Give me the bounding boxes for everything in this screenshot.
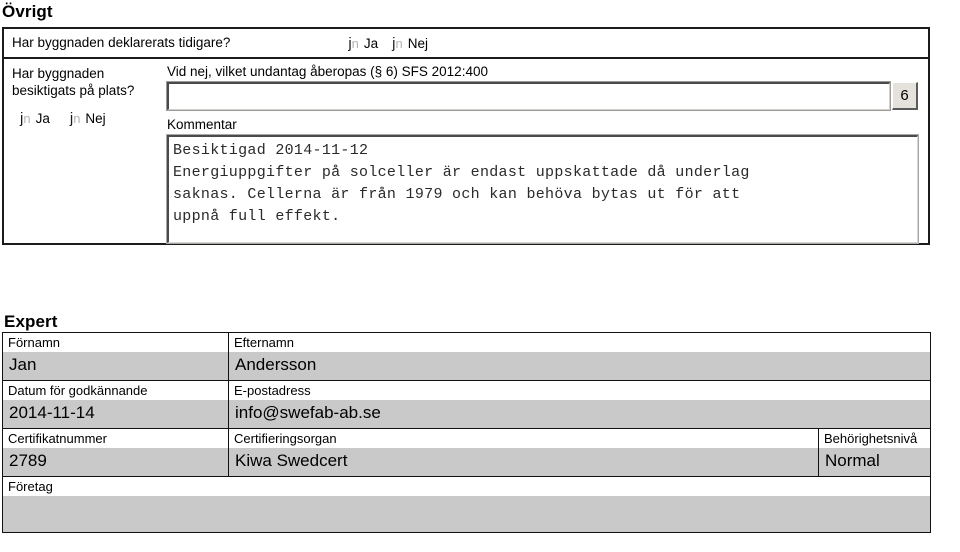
exception-and-comment-column: Vid nej, vilket undantag åberopas (§ 6) …: [165, 59, 928, 244]
ovrigt-form-box: Har byggnaden deklarerats tidigare? jn J…: [2, 27, 930, 245]
comment-textarea[interactable]: Besiktigad 2014-11-12 Energiuppgifter på…: [166, 134, 919, 244]
company-cell: Företag: [2, 476, 931, 533]
certificate-number-value[interactable]: 2789: [3, 448, 228, 476]
company-label: Företag: [3, 477, 930, 496]
inspection-radio-group: jn Ja jn Nej: [12, 111, 165, 126]
authorization-level-cell: Behörighetsnivå Normal: [818, 428, 931, 477]
radio-button-icon[interactable]: jn: [20, 111, 31, 126]
declared-radio-group: jn Ja jn Nej: [348, 36, 928, 51]
certification-body-value[interactable]: Kiwa Swedcert: [229, 448, 818, 476]
inspection-row: Har byggnaden besiktigats på plats? jn J…: [4, 59, 928, 244]
declared-question-label: Har byggnaden deklarerats tidigare?: [12, 35, 231, 50]
authorization-level-label: Behörighetsnivå: [819, 429, 930, 448]
inspection-radio-nej[interactable]: jn Nej: [70, 111, 106, 126]
radio-glyph-n: n: [73, 111, 81, 126]
page-number-box[interactable]: 6: [892, 82, 918, 110]
email-label: E-postadress: [229, 381, 930, 400]
inspection-question-label-line1: Har byggnaden: [12, 66, 105, 81]
radio-glyph-n: n: [395, 35, 403, 51]
email-cell: E-postadress info@swefab-ab.se: [228, 380, 931, 429]
declared-radio-nej-label: Nej: [407, 35, 428, 51]
radio-button-icon[interactable]: jn: [348, 36, 359, 51]
inspection-radio-ja[interactable]: jn Ja: [20, 111, 50, 126]
table-row: Datum för godkännande 2014-11-14 E-posta…: [2, 380, 931, 429]
lastname-label: Efternamn: [229, 333, 930, 352]
inspection-question-label-line2: besiktigats på plats?: [12, 83, 135, 98]
radio-button-icon[interactable]: jn: [70, 111, 81, 126]
table-row: Certifikatnummer 2789 Certifieringsorgan…: [2, 428, 931, 477]
authorization-level-value[interactable]: Normal: [819, 448, 930, 476]
email-value[interactable]: info@swefab-ab.se: [229, 400, 930, 428]
table-row: Förnamn Jan Efternamn Andersson: [2, 332, 931, 381]
comment-textarea-text: Besiktigad 2014-11-12 Energiuppgifter på…: [173, 142, 750, 225]
radio-button-icon[interactable]: jn: [392, 36, 403, 51]
inspection-radio-nej-label: Nej: [85, 111, 106, 126]
approval-date-cell: Datum för godkännande 2014-11-14: [2, 380, 229, 429]
comment-label: Kommentar: [167, 117, 237, 132]
approval-date-value[interactable]: 2014-11-14: [3, 400, 228, 428]
inspection-radio-ja-label: Ja: [35, 111, 50, 126]
page-title-ovrigt: Övrigt: [2, 2, 53, 21]
lastname-value[interactable]: Andersson: [229, 352, 930, 380]
exception-input-wrap: 6: [166, 81, 918, 111]
approval-date-label: Datum för godkännande: [3, 381, 228, 400]
declared-radio-nej[interactable]: jn Nej: [392, 36, 428, 51]
declared-radio-ja[interactable]: jn Ja: [348, 36, 378, 51]
inspection-question-column: Har byggnaden besiktigats på plats? jn J…: [4, 59, 165, 243]
radio-glyph-n: n: [23, 111, 31, 126]
table-row: Företag: [2, 476, 931, 533]
firstname-label: Förnamn: [3, 333, 228, 352]
declared-question-row: Har byggnaden deklarerats tidigare? jn J…: [4, 29, 928, 59]
firstname-value[interactable]: Jan: [3, 352, 228, 380]
certificate-number-cell: Certifikatnummer 2789: [2, 428, 229, 477]
exception-input[interactable]: [166, 81, 891, 111]
lastname-cell: Efternamn Andersson: [228, 332, 931, 381]
expert-details-table: Förnamn Jan Efternamn Andersson Datum fö…: [2, 332, 931, 533]
radio-glyph-n: n: [351, 35, 359, 51]
firstname-cell: Förnamn Jan: [2, 332, 229, 381]
company-value[interactable]: [3, 496, 930, 532]
certification-body-cell: Certifieringsorgan Kiwa Swedcert: [228, 428, 819, 477]
exception-label: Vid nej, vilket undantag åberopas (§ 6) …: [167, 64, 488, 79]
declared-radio-ja-label: Ja: [363, 35, 379, 51]
certificate-number-label: Certifikatnummer: [3, 429, 228, 448]
certification-body-label: Certifieringsorgan: [229, 429, 818, 448]
